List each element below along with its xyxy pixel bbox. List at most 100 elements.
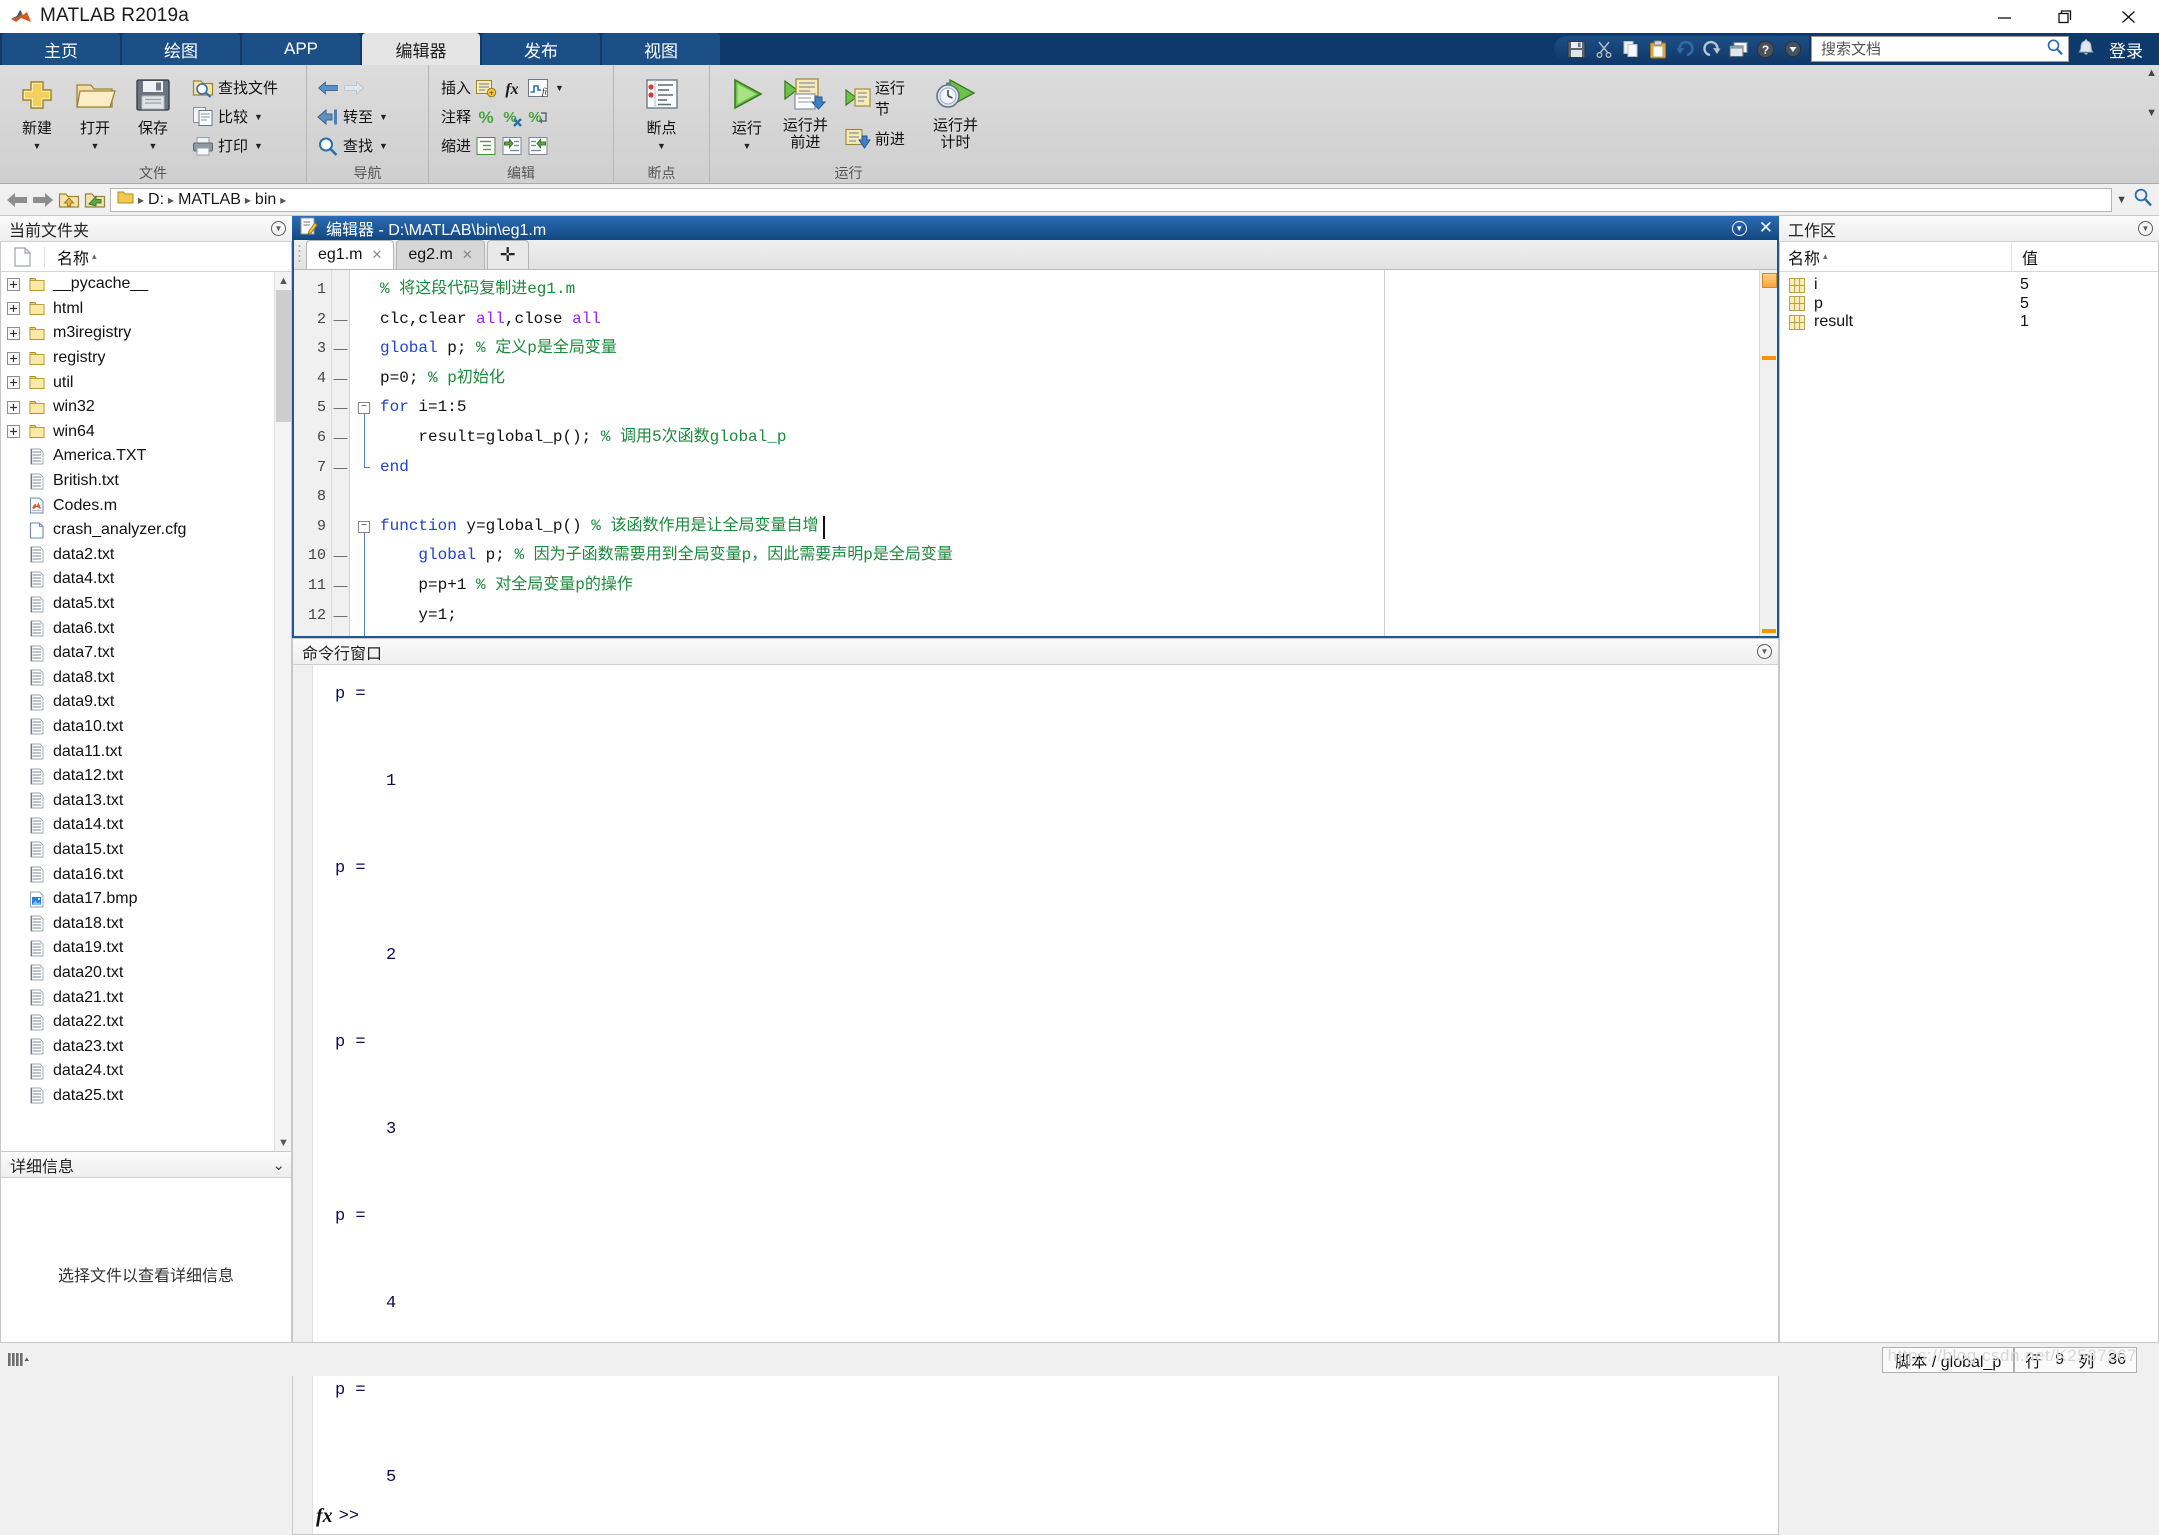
scroll-up-icon[interactable]: ▲ — [275, 272, 291, 289]
command-prompt-row[interactable]: fx >> — [313, 1500, 1778, 1534]
code-line[interactable]: p=p+1 % 对全局变量p的操作 — [350, 571, 1759, 601]
file-list-item[interactable]: __pycache__ — [1, 272, 291, 297]
command-window-body[interactable]: p = 1 p = 2 p = 3 p = 4 p = 5 fx >> — [293, 665, 1778, 1534]
layout-icon[interactable] — [1726, 38, 1751, 60]
breakpoint-slot[interactable]: — — [332, 393, 349, 423]
tab-apps[interactable]: APP — [242, 33, 360, 65]
code-line[interactable]: global p; % 因为子函数需要用到全局变量p，因此需要声明p是全局变量 — [350, 541, 1759, 571]
nav-forward-icon[interactable] — [32, 189, 54, 211]
breadcrumb-item-bin[interactable]: bin — [255, 191, 276, 209]
up-folder-icon[interactable] — [58, 189, 80, 211]
file-list-item[interactable]: data5.txt — [1, 592, 291, 617]
more-icon[interactable] — [1780, 38, 1805, 60]
undo-icon[interactable] — [1672, 38, 1697, 60]
panel-menu-icon[interactable]: ▼ — [2138, 221, 2153, 236]
new-tab-button[interactable]: ✛ — [486, 240, 529, 269]
file-list-item[interactable]: data12.txt — [1, 764, 291, 789]
editor-tab-eg2[interactable]: eg2.m ✕ — [396, 240, 485, 269]
close-button[interactable] — [2097, 0, 2159, 33]
breakpoint-slot[interactable]: — — [332, 305, 349, 335]
insert-block-icon[interactable]: + — [475, 77, 497, 99]
code-line[interactable]: end — [350, 630, 1759, 636]
fold-toggle-icon[interactable]: − — [358, 402, 370, 415]
code-line[interactable]: clc,clear all,close all — [350, 305, 1759, 335]
code-line[interactable]: for i=1:5− — [350, 393, 1759, 466]
workspace-row[interactable]: i5 — [1780, 276, 2158, 295]
fold-toggle-icon[interactable]: − — [358, 520, 370, 533]
workspace-row[interactable]: result 1 — [1780, 313, 2158, 332]
indent-right-icon[interactable] — [501, 135, 523, 157]
insert-function-icon[interactable]: fx — [501, 77, 523, 99]
file-list-item[interactable]: html — [1, 297, 291, 322]
comment-icon[interactable]: % — [475, 106, 497, 128]
file-list-item[interactable]: data19.txt — [1, 936, 291, 961]
minimize-button[interactable] — [1973, 0, 2035, 33]
code-line[interactable]: result=global_p(); % 调用5次函数global_p — [350, 423, 1759, 453]
workspace-body[interactable]: i5p5result1 ◀ ▶ — [1780, 272, 2158, 1369]
expand-icon[interactable] — [5, 423, 22, 440]
tab-plots[interactable]: 绘图 — [122, 33, 240, 65]
file-list-item[interactable]: data21.txt — [1, 985, 291, 1010]
chevron-down-icon[interactable]: ▼ — [657, 141, 666, 151]
panel-menu-icon[interactable]: ▼ — [1757, 644, 1772, 659]
function-browser-icon[interactable]: fx — [316, 1505, 333, 1528]
save-icon[interactable] — [1564, 38, 1589, 60]
chevron-down-icon[interactable]: ▼ — [555, 83, 564, 93]
goto-button[interactable]: 转至 ▼ — [313, 102, 392, 131]
expand-icon[interactable] — [5, 325, 22, 342]
file-list-item[interactable]: data8.txt — [1, 666, 291, 691]
browse-folder-icon[interactable] — [84, 189, 106, 211]
breadcrumb-item-matlab[interactable]: MATLAB — [178, 191, 241, 209]
breakpoint-slot[interactable]: — — [332, 571, 349, 601]
run-section-button[interactable]: 运行节 — [841, 80, 918, 118]
file-list-item[interactable]: data15.txt — [1, 838, 291, 863]
find-button[interactable]: 查找 ▼ — [313, 131, 392, 160]
breakpoint-slot[interactable] — [332, 512, 349, 542]
editor-menu-icon[interactable]: ▼ — [1731, 220, 1747, 236]
chevron-down-icon[interactable]: ▼ — [379, 141, 388, 151]
expand-icon[interactable] — [5, 374, 22, 391]
file-list-item[interactable]: data7.txt — [1, 641, 291, 666]
signin-link[interactable]: 登录 — [2103, 37, 2159, 62]
breakpoint-slot[interactable]: — — [332, 541, 349, 571]
file-list-item[interactable]: America.TXT — [1, 444, 291, 469]
file-list-item[interactable]: m3iregistry — [1, 321, 291, 346]
search-input[interactable] — [1819, 39, 2046, 59]
code-lines[interactable]: % 将这段代码复制进eg1.m clc,clear all,close all gl… — [350, 270, 1759, 636]
code-line[interactable]: p=0; % p初始化 — [350, 364, 1759, 394]
smart-indent-icon[interactable] — [475, 135, 497, 157]
code-editor-area[interactable]: 12345678910111213 —————————— % 将这段代码复制进e… — [294, 270, 1777, 636]
path-breadcrumb[interactable]: ▸ D: ▸ MATLAB ▸ bin ▸ — [110, 187, 2113, 212]
chevron-down-icon[interactable]: ▼ — [379, 112, 388, 122]
code-line[interactable]: % 将这段代码复制进eg1.m — [350, 275, 1759, 305]
file-list-item[interactable]: data20.txt — [1, 961, 291, 986]
find-files-button[interactable]: 查找文件 — [188, 73, 282, 102]
code-line[interactable]: end — [350, 452, 1759, 483]
uncomment-icon[interactable]: % — [501, 106, 523, 128]
insert-fi-icon[interactable]: fi — [527, 77, 549, 99]
file-list-item[interactable]: data13.txt — [1, 788, 291, 813]
chevron-down-icon[interactable]: ▼ — [2116, 194, 2127, 206]
tab-grip-handle[interactable] — [294, 239, 306, 269]
breakpoint-gutter[interactable]: —————————— — [332, 270, 350, 636]
file-list-item[interactable]: data23.txt — [1, 1034, 291, 1059]
expand-icon[interactable] — [5, 276, 22, 293]
column-header-name[interactable]: 名称 ▴ — [45, 245, 97, 269]
close-icon[interactable]: ✕ — [462, 247, 473, 263]
code-warning-marker[interactable] — [1762, 629, 1776, 633]
breakpoints-button[interactable]: 断点 ▼ — [633, 71, 691, 151]
ribbon-scroll-controls[interactable]: ▲ ▼ — [2146, 67, 2157, 119]
address-search-icon[interactable] — [2133, 187, 2153, 212]
file-list-item[interactable]: British.txt — [1, 469, 291, 494]
advance-button[interactable]: 前进 — [841, 124, 918, 153]
help-icon[interactable]: ? — [1753, 38, 1778, 60]
file-list-item[interactable]: crash_analyzer.cfg — [1, 518, 291, 543]
file-list-item[interactable]: data16.txt — [1, 862, 291, 887]
indent-left-icon[interactable] — [527, 135, 549, 157]
code-line[interactable]: global p; % 定义p是全局变量 — [350, 334, 1759, 364]
expand-icon[interactable] — [5, 399, 22, 416]
chevron-down-icon[interactable]: ▼ — [91, 141, 100, 151]
tab-publish[interactable]: 发布 — [482, 33, 600, 65]
file-list-item[interactable]: data17.bmp — [1, 887, 291, 912]
workspace-col-value[interactable]: 值 — [2012, 242, 2158, 271]
